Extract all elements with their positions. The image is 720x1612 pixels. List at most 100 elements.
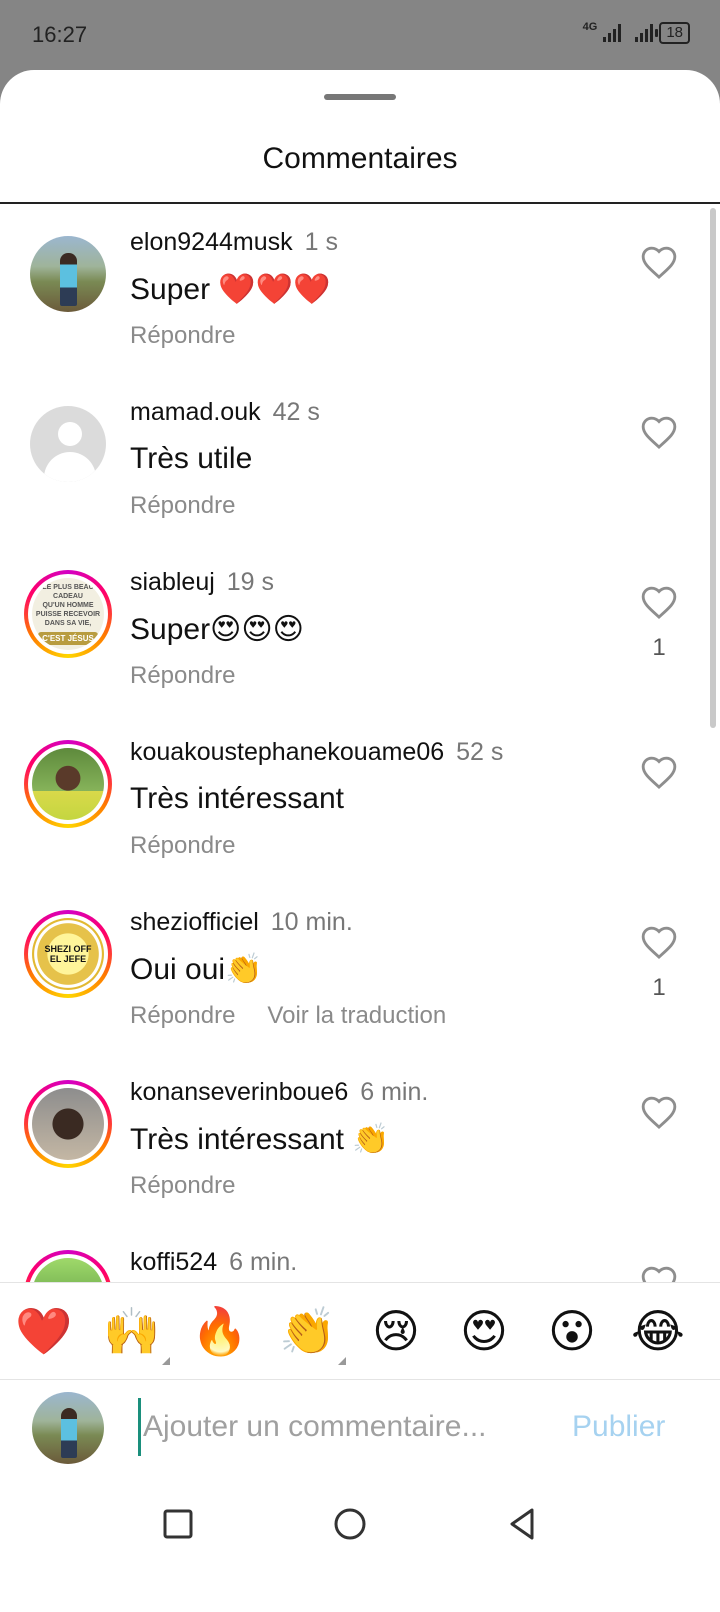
reply-button[interactable]: Répondre xyxy=(130,832,235,859)
comment-item: mamad.ouk 42 s Très utile Répondre xyxy=(0,374,720,544)
reply-button[interactable]: Répondre xyxy=(130,1002,235,1029)
comment-item: SHEZI OFF EL JEFE sheziofficiel 10 min. Ou… xyxy=(0,884,720,1054)
status-bar: 16:27 4G 18 xyxy=(0,0,720,72)
comment-actions: Répondre Voir la traduction xyxy=(130,1002,446,1030)
comment-text: Très intéressant 👏 xyxy=(130,1123,390,1156)
comment-username[interactable]: sheziofficiel xyxy=(130,908,259,936)
comment-item: konanseverinboue6 6 min. Très intéressant… xyxy=(0,1054,720,1224)
system-nav-bar xyxy=(0,1480,720,1612)
comment-time: 52 s xyxy=(456,738,504,766)
comment-text: Super😍😍😍 xyxy=(130,613,304,646)
comment-username[interactable]: elon9244musk xyxy=(130,228,293,256)
avatar xyxy=(32,748,104,820)
emoji-tears-of-joy[interactable]: 😂 xyxy=(628,1301,688,1361)
comment-item: LE PLUS BEAU CADEAU QU'UN HOMME PUISSE R… xyxy=(0,544,720,714)
comment-time: 6 min. xyxy=(360,1078,429,1106)
heart-icon[interactable] xyxy=(640,1094,678,1130)
emoji-heart[interactable]: ❤️ xyxy=(14,1301,74,1361)
comment-time: 10 min. xyxy=(270,908,353,936)
skin-tone-indicator xyxy=(162,1357,170,1365)
comment-header: elon9244musk 1 s xyxy=(130,228,338,257)
avatar-story-ring[interactable] xyxy=(24,1080,112,1168)
avatar-label-top: SHEZI OFF xyxy=(44,944,92,954)
comment-item: elon9244musk 1 s Super ❤️❤️❤️ Répondre xyxy=(0,204,720,374)
comment-text: Très intéressant xyxy=(130,782,344,815)
emoji-clap[interactable]: 👏 xyxy=(278,1301,346,1365)
avatar: LE PLUS BEAU CADEAU QU'UN HOMME PUISSE R… xyxy=(32,578,104,650)
comment-header: sheziofficiel 10 min. xyxy=(130,908,353,937)
comment-time: 42 s xyxy=(272,398,320,426)
avatar-story-ring[interactable]: LE PLUS BEAU CADEAU QU'UN HOMME PUISSE R… xyxy=(24,570,112,658)
heart-icon[interactable] xyxy=(640,584,678,620)
publish-button[interactable]: Publier xyxy=(572,1410,665,1444)
reply-button[interactable]: Répondre xyxy=(130,492,235,519)
avatar[interactable] xyxy=(30,406,106,482)
comment-input[interactable] xyxy=(138,1398,545,1456)
comment-text: Très utile xyxy=(130,442,253,475)
comment-header: mamad.ouk 42 s xyxy=(130,398,320,427)
emoji-raised-hands-glyph: 🙌 xyxy=(103,1304,161,1358)
comment-actions: Répondre xyxy=(130,662,235,690)
comment-username[interactable]: mamad.ouk xyxy=(130,398,261,426)
avatar-label-bottom: EL JEFE xyxy=(49,954,87,964)
heart-icon[interactable] xyxy=(640,924,678,960)
comment-actions: Répondre xyxy=(130,832,235,860)
comment-username[interactable]: konanseverinboue6 xyxy=(130,1078,348,1106)
comment-actions: Répondre xyxy=(130,322,235,350)
comment-actions: Répondre xyxy=(130,492,235,520)
emoji-raised-hands[interactable]: 🙌 xyxy=(102,1301,170,1365)
network-type: 4G xyxy=(582,21,598,33)
comment-composer: Publier xyxy=(0,1380,720,1480)
comment-item: kouakoustephanekouame06 52 s Très intéres… xyxy=(0,714,720,884)
reply-button[interactable]: Répondre xyxy=(130,662,235,689)
comment-time: 19 s xyxy=(226,568,275,596)
heart-icon[interactable] xyxy=(640,244,678,280)
avatar xyxy=(32,1088,104,1160)
back-icon[interactable] xyxy=(500,1502,544,1546)
battery-icon: 18 xyxy=(655,22,690,44)
avatar-label-highlight: C'EST JÉSUS xyxy=(38,632,98,645)
emoji-surprised[interactable]: 😮 xyxy=(542,1301,602,1361)
reply-button[interactable]: Répondre xyxy=(130,1172,235,1199)
status-icons: 4G 18 xyxy=(582,21,690,44)
heart-icon[interactable] xyxy=(640,754,678,790)
comment-header: koffi524 6 min. xyxy=(130,1248,297,1277)
comments-sheet: Commentaires elon9244musk 1 s Super ❤️❤️❤… xyxy=(0,70,720,1612)
avatar-story-ring[interactable] xyxy=(24,740,112,828)
recent-apps-icon[interactable] xyxy=(156,1502,200,1546)
avatar-story-ring[interactable]: SHEZI OFF EL JEFE xyxy=(24,910,112,998)
emoji-reaction-bar: ❤️ 🙌 🔥 👏 😢 😍 😮 😂 xyxy=(0,1282,720,1380)
comments-list[interactable]: elon9244musk 1 s Super ❤️❤️❤️ Répondre ma… xyxy=(0,204,720,1388)
comment-text: Super ❤️❤️❤️ xyxy=(130,273,331,306)
comment-username[interactable]: kouakoustephanekouame06 xyxy=(130,738,444,766)
like-count: 1 xyxy=(652,974,666,1001)
status-time: 16:27 xyxy=(32,22,88,47)
see-translation-button[interactable]: Voir la traduction xyxy=(267,1002,446,1029)
emoji-heart-eyes[interactable]: 😍 xyxy=(454,1301,514,1361)
signal-icon xyxy=(603,24,622,42)
battery-level: 18 xyxy=(666,24,683,41)
avatar-label-line: QU'UN HOMME PUISSE RECEVOIR xyxy=(35,602,101,618)
emoji-clap-glyph: 👏 xyxy=(279,1304,337,1358)
comment-header: konanseverinboue6 6 min. xyxy=(130,1078,428,1107)
heart-icon[interactable] xyxy=(640,414,678,450)
comment-header: siableuj 19 s xyxy=(130,568,274,597)
reply-button[interactable]: Répondre xyxy=(130,322,235,349)
skin-tone-indicator xyxy=(338,1357,346,1365)
comment-header: kouakoustephanekouame06 52 s xyxy=(130,738,503,767)
drag-handle[interactable] xyxy=(324,94,396,100)
sheet-title: Commentaires xyxy=(262,142,458,175)
comment-time: 1 s xyxy=(304,228,338,256)
home-icon[interactable] xyxy=(328,1502,372,1546)
comment-actions: Répondre xyxy=(130,1172,235,1200)
comment-text: Oui oui👏 xyxy=(130,953,263,986)
comment-username[interactable]: siableuj xyxy=(130,568,215,596)
signal-icon-2 xyxy=(635,24,654,42)
comment-time: 6 min. xyxy=(229,1248,298,1276)
comment-username[interactable]: koffi524 xyxy=(130,1248,217,1276)
emoji-crying[interactable]: 😢 xyxy=(366,1301,426,1361)
my-avatar xyxy=(32,1392,104,1464)
avatar[interactable] xyxy=(30,236,106,312)
like-count: 1 xyxy=(652,634,666,661)
emoji-fire[interactable]: 🔥 xyxy=(190,1301,250,1361)
